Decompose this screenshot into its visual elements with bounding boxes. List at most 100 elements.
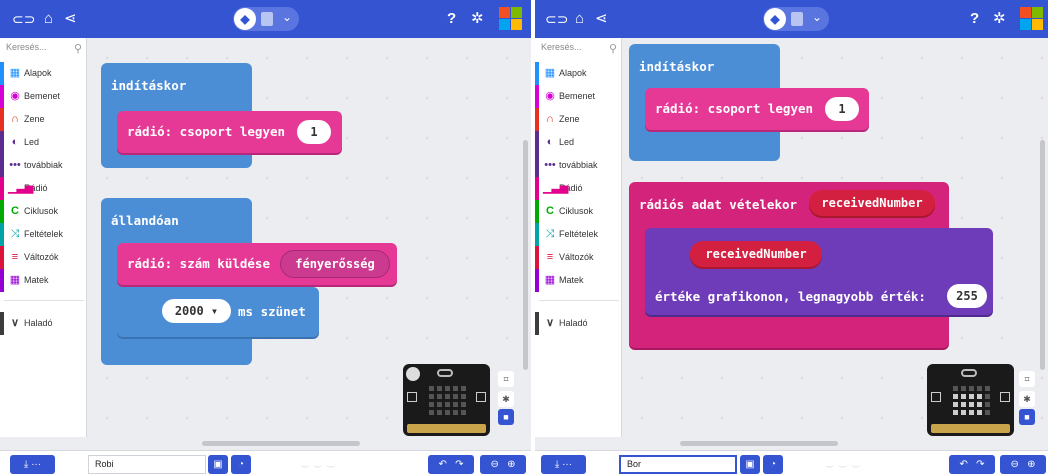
gear-icon[interactable]: ✲ <box>993 9 1006 29</box>
share-icon[interactable]: ⋖ <box>595 9 608 29</box>
group-value-input[interactable]: 1 <box>297 120 331 144</box>
light-level-block[interactable]: fényerősség <box>280 250 390 278</box>
github-icon[interactable]: ◔ <box>763 455 783 474</box>
zoom-in-icon[interactable]: ⊕ <box>1027 459 1035 470</box>
screenshot-icon[interactable]: ⌗ <box>1019 371 1035 387</box>
category-led[interactable]: ◐ Led <box>535 131 621 154</box>
category-feltetelek[interactable]: ⤨ Feltételek <box>535 223 621 246</box>
search-icon[interactable]: ⚲ <box>609 42 617 55</box>
calculator-icon: ▦ <box>544 274 556 286</box>
category-matek[interactable]: ▦ Matek <box>0 269 86 292</box>
category-label: Változók <box>24 252 59 262</box>
redo-icon[interactable]: ↷ <box>976 459 984 470</box>
project-name-input[interactable]: Bor <box>619 455 737 474</box>
logo-touch-icon[interactable] <box>437 369 453 377</box>
received-number-param[interactable]: receivedNumber <box>809 190 935 216</box>
github-icon[interactable]: ◔ <box>231 455 251 474</box>
screenshot-icon[interactable]: ⌗ <box>498 371 514 387</box>
vertical-scrollbar[interactable] <box>523 140 528 370</box>
save-icon[interactable]: ▣ <box>208 455 228 474</box>
search-input[interactable]: Keresés... ⚲ <box>541 42 617 60</box>
debug-icon[interactable]: ✱ <box>1019 391 1035 407</box>
home-icon[interactable]: ⌂ <box>44 9 53 29</box>
group-value-input[interactable]: 1 <box>825 97 859 121</box>
radio-send-number-block[interactable]: rádió: szám küldése fényerősség <box>117 243 397 285</box>
project-name-input[interactable]: Robi <box>88 455 206 474</box>
category-radio[interactable]: ▁▃▅ Rádió <box>535 177 621 200</box>
stop-icon[interactable]: ■ <box>1019 409 1035 425</box>
stop-icon[interactable]: ■ <box>498 409 514 425</box>
chevron-down-icon[interactable]: ⌄ <box>282 10 292 24</box>
category-valtozok[interactable]: ≡ Változók <box>535 246 621 269</box>
search-icon[interactable]: ⚲ <box>74 42 82 55</box>
category-zene[interactable]: ∩ Zene <box>0 108 86 131</box>
button-b-icon[interactable] <box>476 392 486 402</box>
category-bemenet[interactable]: ◉ Bemenet <box>0 85 86 108</box>
editor-left: ⊂⊃ ⌂ ⋖ ◆ ⌄ ? ✲ Keresés... ⚲ ▦ Alapok ◉ Bem… <box>0 0 531 475</box>
gear-icon[interactable]: ✲ <box>471 9 484 29</box>
pause-block[interactable]: 2000 ▾ ms szünet <box>117 287 319 337</box>
microbit-logo-icon[interactable]: ⊂⊃ <box>545 9 568 29</box>
debug-icon[interactable]: ✱ <box>498 391 514 407</box>
microsoft-logo-icon[interactable] <box>499 7 523 31</box>
horizontal-scrollbar[interactable] <box>202 441 360 446</box>
vertical-scrollbar[interactable] <box>1040 140 1045 370</box>
javascript-toggle-icon[interactable] <box>791 12 803 26</box>
category-halado[interactable]: ∨ Haladó <box>535 312 621 335</box>
download-button[interactable]: ⤓ ··· <box>541 455 586 474</box>
home-icon[interactable]: ⌂ <box>575 9 584 29</box>
bottom-bar: ⤓ ··· Robi ▣ ◔ ⌣ ⌣ ⌣ ↶ ↷ ⊖ ⊕ <box>0 450 531 475</box>
share-icon[interactable]: ⋖ <box>64 9 77 29</box>
undo-icon[interactable]: ↶ <box>959 459 967 470</box>
plot-max-input[interactable]: 255 <box>947 284 987 308</box>
help-icon[interactable]: ? <box>970 9 979 29</box>
blocks-toggle-icon[interactable]: ◆ <box>764 8 786 30</box>
microbit-simulator[interactable] <box>403 364 490 436</box>
undo-icon[interactable]: ↶ <box>438 459 446 470</box>
search-input[interactable]: Keresés... ⚲ <box>6 42 82 60</box>
category-alapok[interactable]: ▦ Alapok <box>0 62 86 85</box>
microbit-logo-icon[interactable]: ⊂⊃ <box>12 9 35 29</box>
button-a-icon[interactable] <box>407 392 417 402</box>
category-alapok[interactable]: ▦ Alapok <box>535 62 621 85</box>
category-matek[interactable]: ▦ Matek <box>535 269 621 292</box>
zoom-out-icon[interactable]: ⊖ <box>490 459 498 470</box>
redo-icon[interactable]: ↷ <box>455 459 463 470</box>
microbit-simulator[interactable] <box>927 364 1014 436</box>
zoom-out-icon[interactable]: ⊖ <box>1010 459 1018 470</box>
category-led[interactable]: ◐ Led <box>0 131 86 154</box>
button-b-icon[interactable] <box>1000 392 1010 402</box>
editor-toggle[interactable]: ◆ ⌄ <box>763 7 829 31</box>
category-ciklusok[interactable]: C Ciklusok <box>0 200 86 223</box>
category-label: továbbiak <box>559 160 598 170</box>
plot-bar-graph-block[interactable]: receivedNumber értéke grafikonon, legnag… <box>645 228 993 315</box>
zoom-in-icon[interactable]: ⊕ <box>507 459 515 470</box>
received-number-variable[interactable]: receivedNumber <box>690 241 822 267</box>
headphones-icon: ∩ <box>546 113 554 125</box>
category-valtozok[interactable]: ≡ Változók <box>0 246 86 269</box>
download-button[interactable]: ⤓ ··· <box>10 455 55 474</box>
javascript-toggle-icon[interactable] <box>261 12 273 26</box>
chevron-down-icon[interactable]: ⌄ <box>812 10 822 24</box>
help-icon[interactable]: ? <box>447 9 456 29</box>
category-radio[interactable]: ▁▃▅ Rádió <box>0 177 86 200</box>
radio-set-group-block[interactable]: rádió: csoport legyen 1 <box>645 88 869 130</box>
category-ciklusok[interactable]: C Ciklusok <box>535 200 621 223</box>
category-zene[interactable]: ∩ Zene <box>535 108 621 131</box>
save-icon[interactable]: ▣ <box>740 455 760 474</box>
category-tovabbiak[interactable]: ••• továbbiak <box>535 154 621 177</box>
loop-icon: C <box>11 205 19 217</box>
microsoft-logo-icon[interactable] <box>1020 7 1044 31</box>
logo-touch-icon[interactable] <box>961 369 977 377</box>
category-feltetelek[interactable]: ⤨ Feltételek <box>0 223 86 246</box>
category-tovabbiak[interactable]: ••• továbbiak <box>0 154 86 177</box>
category-halado[interactable]: ∨ Haladó <box>0 312 86 335</box>
horizontal-scrollbar[interactable] <box>680 441 838 446</box>
editor-toggle[interactable]: ◆ ⌄ <box>233 7 299 31</box>
chevron-down-icon: ∨ <box>10 317 20 329</box>
blocks-toggle-icon[interactable]: ◆ <box>234 8 256 30</box>
category-bemenet[interactable]: ◉ Bemenet <box>535 85 621 108</box>
radio-set-group-block[interactable]: rádió: csoport legyen 1 <box>117 111 342 153</box>
pause-dropdown[interactable]: 2000 ▾ <box>162 299 231 323</box>
button-a-icon[interactable] <box>931 392 941 402</box>
